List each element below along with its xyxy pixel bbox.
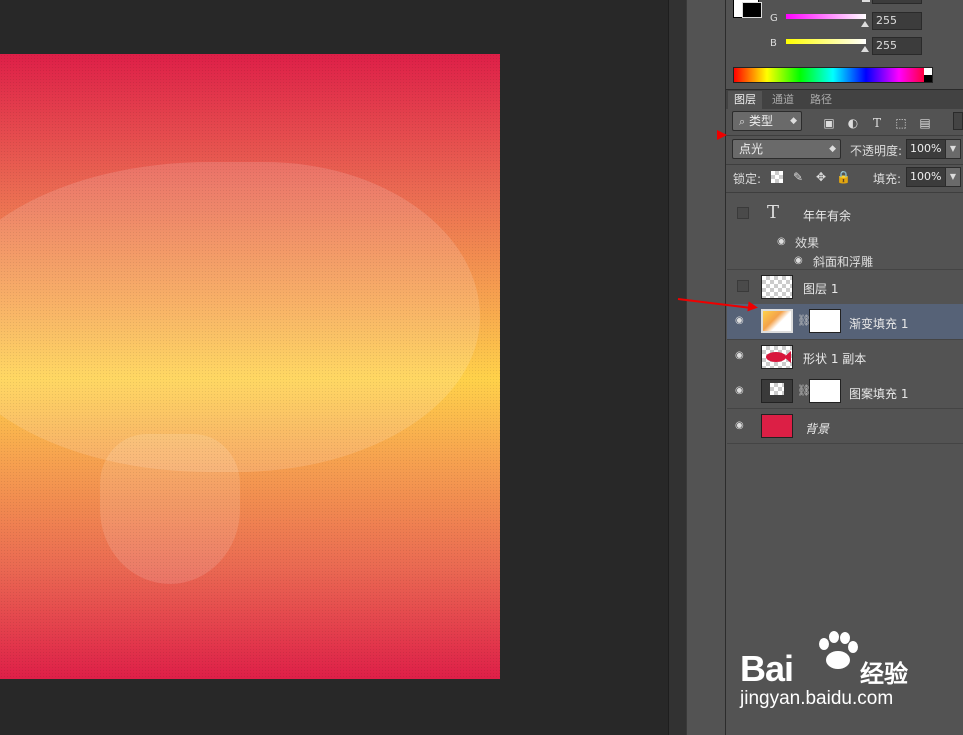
channel-g-label: G xyxy=(770,13,778,24)
baidu-jingyan-watermark: Bai 经验 jingyan.baidu.com xyxy=(740,628,940,718)
panel-divider[interactable] xyxy=(668,0,686,735)
layer-name: 图层 1 xyxy=(803,282,839,296)
background-thumbnail xyxy=(761,414,793,438)
layer-gradient-fill-1[interactable]: ◉ ⛓ 渐变填充 1 xyxy=(727,304,963,340)
eye-icon[interactable]: ◉ xyxy=(794,255,803,266)
tab-channels[interactable]: 通道 xyxy=(766,91,800,110)
slider-r-thumb[interactable] xyxy=(862,0,870,2)
type-filter-icon[interactable]: T xyxy=(870,116,884,130)
tab-paths[interactable]: 路径 xyxy=(804,91,838,110)
text-layer-icon: T xyxy=(767,202,780,223)
shape-filter-icon[interactable]: ⬚ xyxy=(894,116,908,130)
eye-icon[interactable]: ◉ xyxy=(735,385,744,396)
layer-thumbnail xyxy=(761,275,793,299)
layer-name: 渐变填充 1 xyxy=(849,317,909,331)
layers-panel-tabs: 图层 通道 路径 xyxy=(726,89,963,110)
divider xyxy=(726,164,963,165)
annotation-arrow-gradient xyxy=(747,301,759,313)
eye-icon[interactable]: ◉ xyxy=(777,236,786,247)
opacity-field[interactable]: 100% xyxy=(906,139,946,159)
channel-b-field[interactable]: 255 xyxy=(872,37,922,55)
lock-all-padlock-icon[interactable]: 🔒 xyxy=(836,170,851,184)
lock-transparency-icon[interactable] xyxy=(771,171,783,183)
layer-text-niannian[interactable]: T 年年有余 ◉ 效果 ◉ 斜面和浮雕 xyxy=(727,196,963,270)
filter-kind-label: 类型 xyxy=(749,114,774,128)
color-spectrum-bar[interactable] xyxy=(733,67,933,83)
select-arrows-icon: ◆ xyxy=(790,116,797,126)
layer-name: 图案填充 1 xyxy=(849,387,909,401)
fish-shape-body xyxy=(0,162,480,472)
eye-icon[interactable]: ◉ xyxy=(735,420,744,431)
r-value-field[interactable] xyxy=(872,0,922,4)
channel-b-slider[interactable] xyxy=(786,39,866,44)
smart-object-filter-icon[interactable]: ▤ xyxy=(918,116,932,130)
fill-dropdown-button[interactable]: ▼ xyxy=(945,167,961,187)
channel-g-thumb[interactable] xyxy=(861,21,869,27)
baidu-paw-logo xyxy=(819,631,858,669)
watermark-brand: Bai xyxy=(740,648,794,689)
lock-label: 锁定: xyxy=(733,172,762,186)
channel-b-thumb[interactable] xyxy=(861,46,869,52)
search-icon: ⌕ xyxy=(739,115,746,128)
adjustment-filter-icon[interactable]: ◐ xyxy=(846,116,860,130)
foreground-color-swatch[interactable] xyxy=(742,2,762,18)
gradient-fill-thumbnail xyxy=(761,309,793,333)
pattern-fill-thumbnail xyxy=(761,379,793,403)
visibility-toggle-off[interactable] xyxy=(737,207,749,219)
panel-dock-strip xyxy=(686,0,726,735)
fill-label: 填充: xyxy=(873,172,902,186)
filter-toggle-button[interactable] xyxy=(953,112,963,130)
layer-name: 年年有余 xyxy=(803,209,852,223)
annotation-arrow-blend xyxy=(717,130,727,140)
fish-icon xyxy=(766,351,791,363)
effect-bevel-emboss[interactable]: 斜面和浮雕 xyxy=(813,253,873,270)
opacity-dropdown-button[interactable]: ▼ xyxy=(945,139,961,159)
lock-position-move-icon[interactable]: ✥ xyxy=(814,170,828,184)
effects-label: 效果 xyxy=(795,236,820,250)
select-arrows-icon: ◆ xyxy=(829,144,836,154)
visibility-toggle-off[interactable] xyxy=(737,280,749,292)
document-canvas[interactable] xyxy=(0,54,500,679)
eye-icon[interactable]: ◉ xyxy=(735,350,744,361)
lock-paint-brush-icon[interactable]: ✎ xyxy=(791,170,805,184)
channel-b-label: B xyxy=(770,38,777,49)
layer-1[interactable]: 图层 1 xyxy=(727,270,963,305)
channel-g-slider[interactable] xyxy=(786,14,866,19)
fill-field[interactable]: 100% xyxy=(906,167,946,187)
watermark-brand-suffix: 经验 xyxy=(860,660,908,688)
image-filter-icon[interactable]: ▣ xyxy=(822,116,836,130)
divider xyxy=(726,135,963,136)
blend-mode-value: 点光 xyxy=(739,142,764,156)
channel-g-field[interactable]: 255 xyxy=(872,12,922,30)
tab-layers[interactable]: 图层 xyxy=(728,91,762,110)
divider xyxy=(726,192,963,193)
layer-filter-kind-select[interactable]: ⌕ 类型 ◆ xyxy=(732,111,802,131)
layer-background[interactable]: ◉ 背景 xyxy=(727,409,963,444)
blend-mode-select[interactable]: 点光 ◆ xyxy=(732,139,841,159)
layer-shape-1-copy[interactable]: ◉ 形状 1 副本 xyxy=(727,340,963,375)
document-workspace xyxy=(0,0,668,735)
shape-thumbnail xyxy=(761,345,793,369)
layer-pattern-fill-1[interactable]: ◉ ⛓ 图案填充 1 xyxy=(727,374,963,409)
layer-name: 背景 xyxy=(805,422,830,436)
watermark-url: jingyan.baidu.com xyxy=(740,688,894,709)
layer-mask-thumbnail xyxy=(809,309,841,333)
spectrum-white-swatch[interactable] xyxy=(924,68,932,75)
layer-name: 形状 1 副本 xyxy=(803,352,867,366)
opacity-label: 不透明度: xyxy=(850,144,903,158)
layer-mask-thumbnail xyxy=(809,379,841,403)
spectrum-black-swatch[interactable] xyxy=(924,75,932,82)
eye-icon[interactable]: ◉ xyxy=(735,315,744,326)
fish-shape-fin xyxy=(100,434,240,584)
